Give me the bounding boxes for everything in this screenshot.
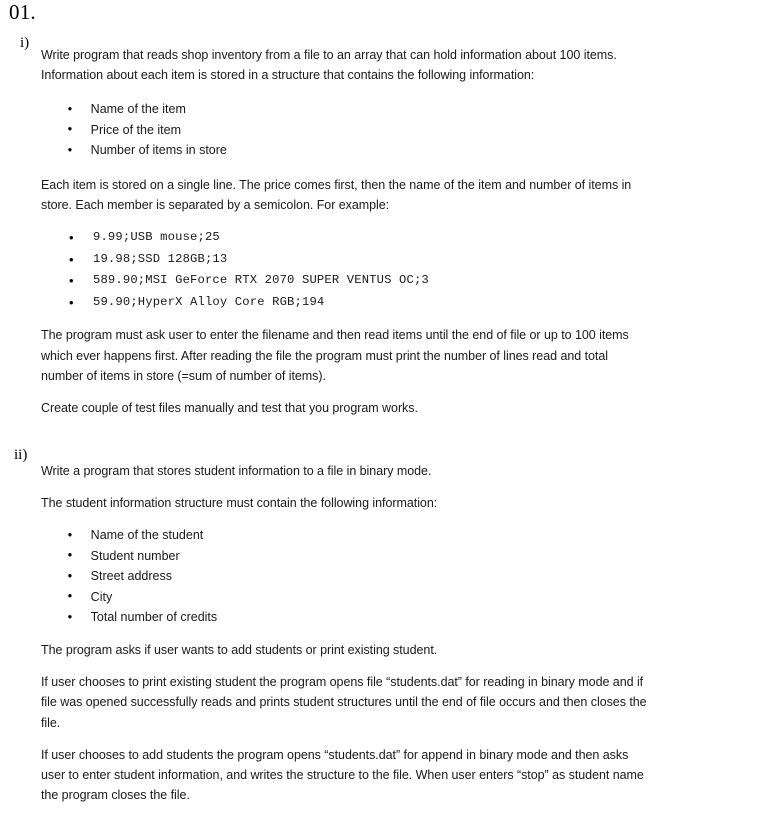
list-item-code: 19.98;SSD 128GB;13 [41,249,681,271]
student-fields-list: Name of the student Student number Stree… [41,525,681,628]
section-marker-ii: ii) [14,447,28,463]
section-i-requirements-paragraph: The program must ask user to enter the f… [41,327,629,383]
list-item-code: 59.90;HyperX Alloy Core RGB;194 [41,292,681,314]
example-lines-list: 9.99;USB mouse;25 19.98;SSD 128GB;13 589… [41,227,681,313]
list-item: Number of items in store [41,140,652,161]
list-item-code: 589.90;MSI GeForce RTX 2070 SUPER VENTUS… [41,270,681,292]
question-number: 01. [9,0,36,24]
section-ii-body: Write a program that stores student info… [41,461,681,805]
section-i-intro-paragraph: Write program that reads shop inventory … [41,47,617,83]
item-fields-list: Name of the item Price of the item Numbe… [41,99,681,161]
document-page: 01. i) Write program that reads shop inv… [0,0,780,823]
section-ii-intro-paragraph: Write a program that stores student info… [41,463,432,478]
section-marker-i: i) [20,35,30,51]
list-item-code: 9.99;USB mouse;25 [41,227,681,249]
list-item: City [41,586,652,608]
list-item: Total number of credits [41,607,652,628]
list-item: Price of the item [41,119,652,141]
section-i-closing-paragraph: Create couple of test files manually and… [41,399,418,415]
section-ii-structure-paragraph: The student information structure must c… [41,495,438,511]
section-ii-prompt-paragraph: The program asks if user wants to add st… [41,641,438,657]
section-i-body: Write program that reads shop inventory … [41,45,681,418]
section-ii-read-paragraph: If user chooses to print existing studen… [41,674,647,730]
list-item: Street address [41,566,652,587]
list-item: Student number [41,545,652,567]
section-ii-write-paragraph: If user chooses to add students the prog… [41,746,644,803]
section-i-format-paragraph: Each item is stored on a single line. Th… [41,176,632,213]
list-item: Name of the student [41,525,652,546]
list-item: Name of the item [41,99,652,120]
